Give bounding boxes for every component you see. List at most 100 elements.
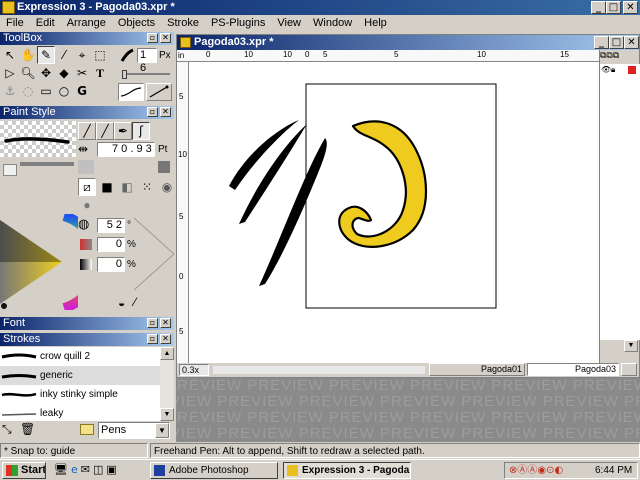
hand-icon[interactable]: ✋ [19, 46, 37, 64]
list-item[interactable]: leaky [0, 404, 160, 421]
paint-style-restore-button[interactable]: ▫ [147, 107, 158, 117]
resize-grip-icon[interactable] [621, 363, 637, 376]
task-expression[interactable]: Expression 3 - Pagoda... [283, 462, 411, 479]
ellipse-icon[interactable]: ○ [55, 82, 73, 100]
menu-view[interactable]: View [271, 15, 307, 31]
list-item[interactable]: crow quill 2 [0, 347, 160, 366]
texture-fill-icon[interactable]: ◉ [158, 178, 176, 196]
strokes-panel: Strokes ▫ ✕ crow quill 2 generic inky st… [0, 333, 174, 441]
knife-icon[interactable]: ◆ [55, 64, 73, 82]
quicklaunch-app-icon[interactable]: ◫ [93, 463, 103, 476]
no-fill-icon[interactable]: ⧄ [78, 178, 96, 196]
menu-help[interactable]: Help [358, 15, 393, 31]
list-item[interactable]: inky stinky simple [0, 385, 160, 404]
strokes-restore-button[interactable]: ▫ [147, 334, 158, 344]
rectangle-icon[interactable]: ▭ [37, 82, 55, 100]
gradient-fill-icon[interactable]: ◧ [118, 178, 136, 196]
stroke-style-line-icon[interactable]: ╱ [78, 122, 96, 140]
stroke-style-brush-icon[interactable]: ʃ [132, 122, 150, 140]
marquee-icon[interactable]: ⬚ [91, 46, 109, 64]
layers-scroll-down[interactable]: ▼ [624, 340, 638, 352]
app-icon[interactable] [2, 1, 15, 14]
size-slider[interactable] [120, 70, 172, 79]
eyedropper-icon[interactable]: ⁄ [55, 46, 73, 64]
ruler-top[interactable]: in 0 10 10 5 0 5 10 15 [177, 50, 599, 62]
menu-window[interactable]: Window [307, 15, 358, 31]
font-close-button[interactable]: ✕ [160, 318, 171, 328]
minimize-button[interactable]: _ [591, 1, 606, 14]
ruler-tick: 0 [305, 50, 310, 59]
new-stroke-icon[interactable]: ⤡ [2, 422, 12, 437]
page-tab-pagoda03[interactable]: Pagoda03 [527, 363, 619, 376]
paint-style-close-button[interactable]: ✕ [160, 107, 171, 117]
quicklaunch-ie-icon[interactable]: e [71, 463, 78, 476]
direct-select-icon[interactable]: ▷ [1, 64, 19, 82]
stroke-width-field[interactable]: 7 0 . 9 3 [97, 142, 155, 157]
eyedropper-small-icon[interactable]: ⁄ [134, 295, 136, 309]
task-photoshop[interactable]: Adobe Photoshop [150, 462, 278, 479]
stroke-style-thick-icon[interactable]: ╱ [96, 122, 114, 140]
font-restore-button[interactable]: ▫ [147, 318, 158, 328]
zoom-field[interactable]: 0.3x [179, 364, 209, 376]
pattern-fill-icon[interactable]: ⁙ [138, 178, 156, 196]
toolbox-restore-button[interactable]: ▫ [147, 33, 158, 43]
quicklaunch-outlook-icon[interactable]: ✉ [81, 463, 90, 476]
layers-toolbar-icon[interactable]: ⧉⧉⧉ [600, 51, 619, 61]
doc-maximize-button[interactable]: □ [609, 36, 624, 49]
slider-area[interactable] [133, 214, 175, 292]
eye-icon[interactable]: 👁︎ [601, 65, 611, 74]
strokes-list[interactable]: crow quill 2 generic inky stinky simple … [0, 347, 160, 421]
scissors-icon[interactable]: ✂ [73, 64, 91, 82]
doc-close-button[interactable]: ✕ [624, 36, 639, 49]
color-swatch-icon[interactable]: ◒ [118, 296, 125, 310]
stroke-shape-a[interactable] [118, 83, 144, 101]
stroke-category-select[interactable]: Pens ▼ [98, 422, 170, 439]
layers-list[interactable]: 👁︎ 🔒︎ [600, 64, 640, 340]
list-item[interactable]: generic [0, 366, 160, 385]
node-edit-icon[interactable]: ✥ [37, 64, 55, 82]
text-tool-icon[interactable]: T [91, 64, 109, 82]
color-picker[interactable] [0, 211, 104, 313]
saturation-field[interactable]: 0 [97, 237, 125, 252]
swap-icon[interactable] [78, 160, 94, 174]
menu-stroke[interactable]: Stroke [161, 15, 205, 31]
strokes-close-button[interactable]: ✕ [160, 334, 171, 344]
toolbox-close-button[interactable]: ✕ [160, 33, 171, 43]
close-button[interactable]: ✕ [623, 1, 638, 14]
lock-icon[interactable]: 🔒︎ [611, 65, 615, 75]
hue-field[interactable]: 5 2 [97, 218, 125, 233]
bezier-pen-icon[interactable]: ⌖ [73, 46, 91, 64]
stroke-shape-b[interactable] [146, 83, 172, 101]
start-button[interactable]: Start [2, 462, 46, 479]
luminance-field[interactable]: 0 [97, 257, 125, 272]
brush-fill-icon[interactable]: ● [78, 196, 96, 214]
maximize-button[interactable]: □ [606, 1, 621, 14]
solid-fill-icon[interactable]: ■ [98, 178, 116, 196]
stroke-style-pen-icon[interactable]: ✒ [114, 122, 132, 140]
tray-icons[interactable]: ⊗ⒶⒶ◉⊙◐ [509, 463, 563, 478]
menu-objects[interactable]: Objects [112, 15, 161, 31]
strokes-scrollbar[interactable]: ▲ ▼ [160, 347, 174, 421]
freehand-pen-icon[interactable]: ✎ [37, 46, 55, 64]
horizontal-scrollbar[interactable] [213, 366, 425, 374]
width-slider[interactable] [20, 162, 74, 166]
anchor-icon[interactable]: ⚓ [1, 82, 19, 100]
menu-ps-plugins[interactable]: PS-Plugins [205, 15, 271, 31]
brush-size-field[interactable]: 1 6 [137, 48, 157, 74]
quicklaunch-desktop-icon[interactable]: 🖥︎ [54, 463, 68, 476]
magnet-icon[interactable]: ◌ [19, 82, 37, 100]
option-swatch[interactable] [158, 161, 170, 173]
doc-minimize-button[interactable]: _ [594, 36, 609, 49]
menu-arrange[interactable]: Arrange [61, 15, 112, 31]
drawing-canvas[interactable] [189, 62, 599, 363]
quicklaunch-app2-icon[interactable]: ▣ [106, 463, 116, 476]
rotate-icon[interactable]: G [73, 82, 91, 100]
select-arrow-icon[interactable]: ↖ [1, 46, 19, 64]
menu-edit[interactable]: Edit [30, 15, 61, 31]
zoom-icon[interactable]: 🔍︎ [19, 64, 37, 82]
menu-file[interactable]: File [0, 15, 30, 31]
trash-icon[interactable]: 🗑︎ [20, 422, 35, 436]
chevron-down-icon[interactable]: ▼ [155, 423, 169, 438]
ruler-left[interactable]: 5 10 5 0 5 [177, 62, 189, 363]
page-tab-pagoda01[interactable]: Pagoda01 [429, 363, 525, 376]
